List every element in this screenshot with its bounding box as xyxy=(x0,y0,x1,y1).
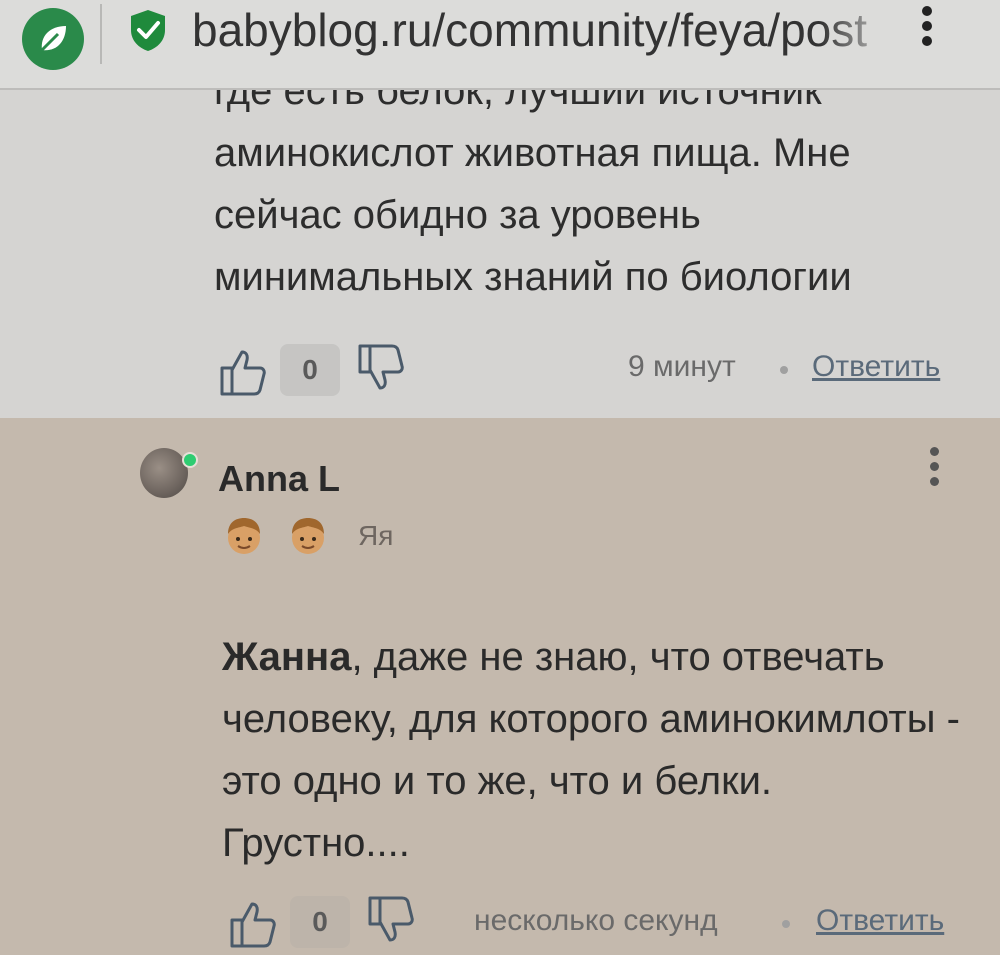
security-shield-icon xyxy=(131,10,165,51)
reply-link[interactable]: Ответить xyxy=(812,350,940,384)
comment-line: где есть белок, лучший источник xyxy=(214,90,822,113)
mention[interactable]: Жанна xyxy=(222,635,351,679)
separator-dot xyxy=(780,366,788,374)
online-status-indicator xyxy=(182,452,198,468)
reply-link[interactable]: Ответить xyxy=(816,904,944,938)
comment-line: минимальных знаний по биологии xyxy=(214,255,852,299)
url-text[interactable]: babyblog.ru/community/feya/post xyxy=(192,0,892,62)
kids-badge-label: Яя xyxy=(358,520,394,551)
address-divider xyxy=(100,4,102,64)
boy-emoji-icon xyxy=(292,518,324,554)
comment-previous: где есть белок, лучший источник аминокис… xyxy=(0,90,1000,418)
author-name[interactable]: Anna L xyxy=(218,458,340,500)
like-count: 0 xyxy=(280,344,340,396)
comment-line: аминокислот животная пища. Мне xyxy=(214,131,851,175)
separator-dot xyxy=(782,920,790,928)
like-count: 0 xyxy=(290,896,350,948)
thumbs-up-icon[interactable] xyxy=(218,346,266,398)
comment-actions: 0 9 минут Ответить xyxy=(0,338,1000,398)
url-fade xyxy=(820,0,900,70)
comment-menu-icon[interactable] xyxy=(924,442,944,502)
comment-line: сейчас обидно за уровень xyxy=(214,193,701,237)
comment-body: Жанна, даже не знаю, что отвечать челове… xyxy=(222,626,962,874)
thumbs-down-icon[interactable] xyxy=(356,342,404,394)
thumbs-up-icon[interactable] xyxy=(228,898,276,950)
leaf-logo-icon[interactable] xyxy=(22,8,84,70)
boy-emoji-icon xyxy=(228,518,260,554)
comment-previous-text: где есть белок, лучший источник аминокис… xyxy=(214,90,934,308)
avatar[interactable] xyxy=(140,448,188,498)
browser-address-bar: babyblog.ru/community/feya/post xyxy=(0,0,1000,90)
browser-menu-icon[interactable] xyxy=(912,2,942,62)
comment-current: Anna L Яя Жанна, даже не знаю, что отвеч… xyxy=(0,418,1000,955)
thumbs-down-icon[interactable] xyxy=(366,894,414,946)
comment-time: 9 минут xyxy=(628,350,736,383)
comment-time: несколько секунд xyxy=(474,904,718,937)
comment-actions: 0 несколько секунд Ответить xyxy=(0,888,1000,948)
